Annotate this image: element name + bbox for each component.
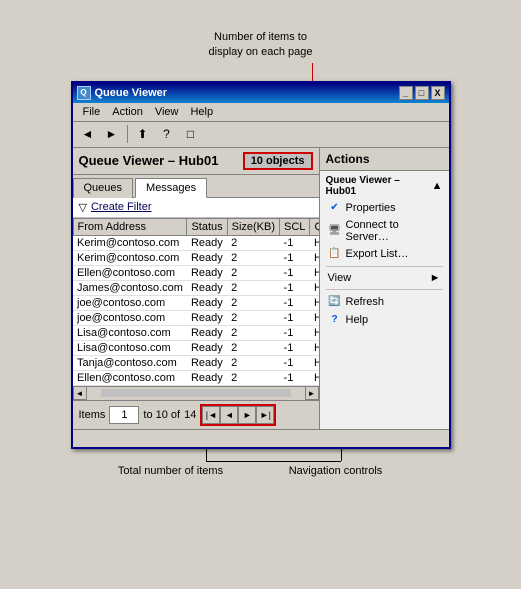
- content-area: Queue Viewer – Hub01 10 objects Queues M…: [73, 148, 449, 429]
- properties-icon: ✔: [328, 201, 342, 215]
- action-export-label: Export List…: [346, 248, 409, 260]
- title-buttons: _ □ X: [399, 86, 445, 100]
- hscroll-left[interactable]: ◄: [73, 386, 87, 400]
- action-help[interactable]: ? Help: [320, 311, 449, 329]
- action-connect-server[interactable]: 🖥 Connect to Server…: [320, 217, 449, 245]
- export-icon: 📋: [328, 247, 342, 261]
- filter-bar: ▽ Create Filter: [73, 198, 319, 218]
- action-help-label: Help: [346, 314, 369, 326]
- action-connect-label: Connect to Server…: [346, 219, 441, 243]
- toolbar: ◄ ► ⬆ ? □: [73, 122, 449, 148]
- page-input[interactable]: [109, 406, 139, 424]
- refresh-icon: 🔄: [328, 295, 342, 309]
- col-size[interactable]: Size(KB): [227, 218, 279, 235]
- table-row[interactable]: Ellen@contoso.comReady2-1Hub01\Unreachab…: [73, 370, 319, 385]
- menu-file[interactable]: File: [77, 104, 107, 120]
- table-row[interactable]: joe@contoso.comReady2-1Hub01\Unreachable: [73, 295, 319, 310]
- table-row[interactable]: Kerim@contoso.comReady2-1Hub01\Unreachab…: [73, 250, 319, 265]
- col-scl[interactable]: SCL: [280, 218, 310, 235]
- table-row[interactable]: James@contoso.comReady2-1Hub01\Unreachab…: [73, 280, 319, 295]
- action-refresh-label: Refresh: [346, 296, 385, 308]
- action-view-label: View: [328, 272, 352, 284]
- filter-icon: ▽: [79, 201, 87, 214]
- header-bar: Queue Viewer – Hub01 10 objects: [73, 148, 319, 175]
- actions-panel: Actions Queue Viewer – Hub01 ▲ ✔ Propert…: [319, 148, 449, 429]
- menu-help[interactable]: Help: [184, 104, 219, 120]
- toolbar-back[interactable]: ◄: [77, 123, 99, 145]
- close-button[interactable]: X: [431, 86, 445, 100]
- top-arrow-line: [71, 63, 451, 81]
- window-title: Queue Viewer: [95, 87, 168, 99]
- table-scroll: From Address Status Size(KB) SCL Queue I…: [73, 218, 319, 386]
- table-row[interactable]: Lisa@contoso.comReady2-1Hub01\Unreachabl…: [73, 325, 319, 340]
- actions-group-arrow: ▲: [432, 180, 443, 192]
- action-properties-label: Properties: [346, 202, 396, 214]
- to-text: to 10 of: [143, 409, 180, 421]
- toolbar-forward[interactable]: ►: [101, 123, 123, 145]
- action-refresh[interactable]: 🔄 Refresh: [320, 293, 449, 311]
- menu-bar: File Action View Help: [73, 103, 449, 122]
- table-body: Kerim@contoso.comReady2-1Hub01\Unreachab…: [73, 235, 319, 385]
- table-row[interactable]: Kerim@contoso.comReady2-1Hub01\Unreachab…: [73, 235, 319, 250]
- action-export-list[interactable]: 📋 Export List…: [320, 245, 449, 263]
- toolbar-help[interactable]: ?: [156, 123, 178, 145]
- col-queue-id[interactable]: Queue ID: [310, 218, 319, 235]
- action-properties[interactable]: ✔ Properties: [320, 199, 449, 217]
- action-separator-1: [326, 266, 443, 267]
- data-table: From Address Status Size(KB) SCL Queue I…: [73, 218, 319, 386]
- nav-last-button[interactable]: ►|: [256, 406, 274, 424]
- queue-viewer-window: Q Queue Viewer _ □ X File Action View He…: [71, 81, 451, 449]
- hscrollbar[interactable]: ◄ ►: [73, 386, 319, 400]
- filter-label[interactable]: Create Filter: [91, 201, 152, 213]
- table-row[interactable]: Tanja@contoso.comReady2-1Hub01\Unreachab…: [73, 355, 319, 370]
- action-separator-2: [326, 289, 443, 290]
- top-annotation: Number of items to display on each page: [71, 30, 451, 61]
- status-bar: [73, 429, 449, 447]
- hscroll-track[interactable]: [101, 389, 291, 397]
- table-row[interactable]: joe@contoso.comReady2-1Hub01\Unreachable: [73, 310, 319, 325]
- col-status[interactable]: Status: [187, 218, 227, 235]
- nav-next-button[interactable]: ►: [238, 406, 256, 424]
- help-icon: ?: [328, 313, 342, 327]
- nav-buttons: |◄ ◄ ► ►|: [200, 404, 276, 426]
- col-from-address[interactable]: From Address: [73, 218, 187, 235]
- view-submenu-arrow: ►: [430, 272, 441, 284]
- maximize-button[interactable]: □: [415, 86, 429, 100]
- tab-messages[interactable]: Messages: [135, 178, 207, 198]
- objects-badge: 10 objects: [243, 152, 313, 170]
- actions-group-label: Queue Viewer – Hub01: [326, 175, 432, 197]
- total-annotation: Total number of items: [111, 465, 231, 477]
- left-panel: Queue Viewer – Hub01 10 objects Queues M…: [73, 148, 319, 429]
- toolbar-separator-1: [127, 125, 128, 143]
- hscroll-right[interactable]: ►: [305, 386, 319, 400]
- minimize-button[interactable]: _: [399, 86, 413, 100]
- pagination: Items to 10 of 14 |◄ ◄ ► ►|: [73, 400, 319, 429]
- tab-queues[interactable]: Queues: [73, 178, 134, 198]
- actions-group-header: Queue Viewer – Hub01 ▲: [320, 171, 449, 199]
- menu-action[interactable]: Action: [106, 104, 149, 120]
- toolbar-up[interactable]: ⬆: [132, 123, 154, 145]
- items-label: Items: [79, 409, 106, 421]
- total-count: 14: [184, 409, 196, 421]
- nav-annotation: Navigation controls: [271, 465, 401, 477]
- tabs: Queues Messages: [73, 175, 319, 198]
- panel-title: Queue Viewer – Hub01: [79, 153, 219, 168]
- annotation-top-text: Number of items to display on each page: [209, 30, 313, 61]
- table-row[interactable]: Lisa@contoso.comReady2-1Hub01\Unreachabl…: [73, 340, 319, 355]
- action-view[interactable]: View ►: [320, 270, 449, 286]
- connect-icon: 🖥: [328, 224, 342, 238]
- table-row[interactable]: Ellen@contoso.comReady2-1Hub01\Unreachab…: [73, 265, 319, 280]
- title-bar: Q Queue Viewer _ □ X: [73, 83, 449, 103]
- table-header-row: From Address Status Size(KB) SCL Queue I…: [73, 218, 319, 235]
- toolbar-extra[interactable]: □: [180, 123, 202, 145]
- bottom-annotations: Total number of items Navigation control…: [71, 449, 451, 509]
- app-icon: Q: [77, 86, 91, 100]
- nav-first-button[interactable]: |◄: [202, 406, 220, 424]
- menu-view[interactable]: View: [149, 104, 185, 120]
- nav-prev-button[interactable]: ◄: [220, 406, 238, 424]
- actions-header: Actions: [320, 148, 449, 171]
